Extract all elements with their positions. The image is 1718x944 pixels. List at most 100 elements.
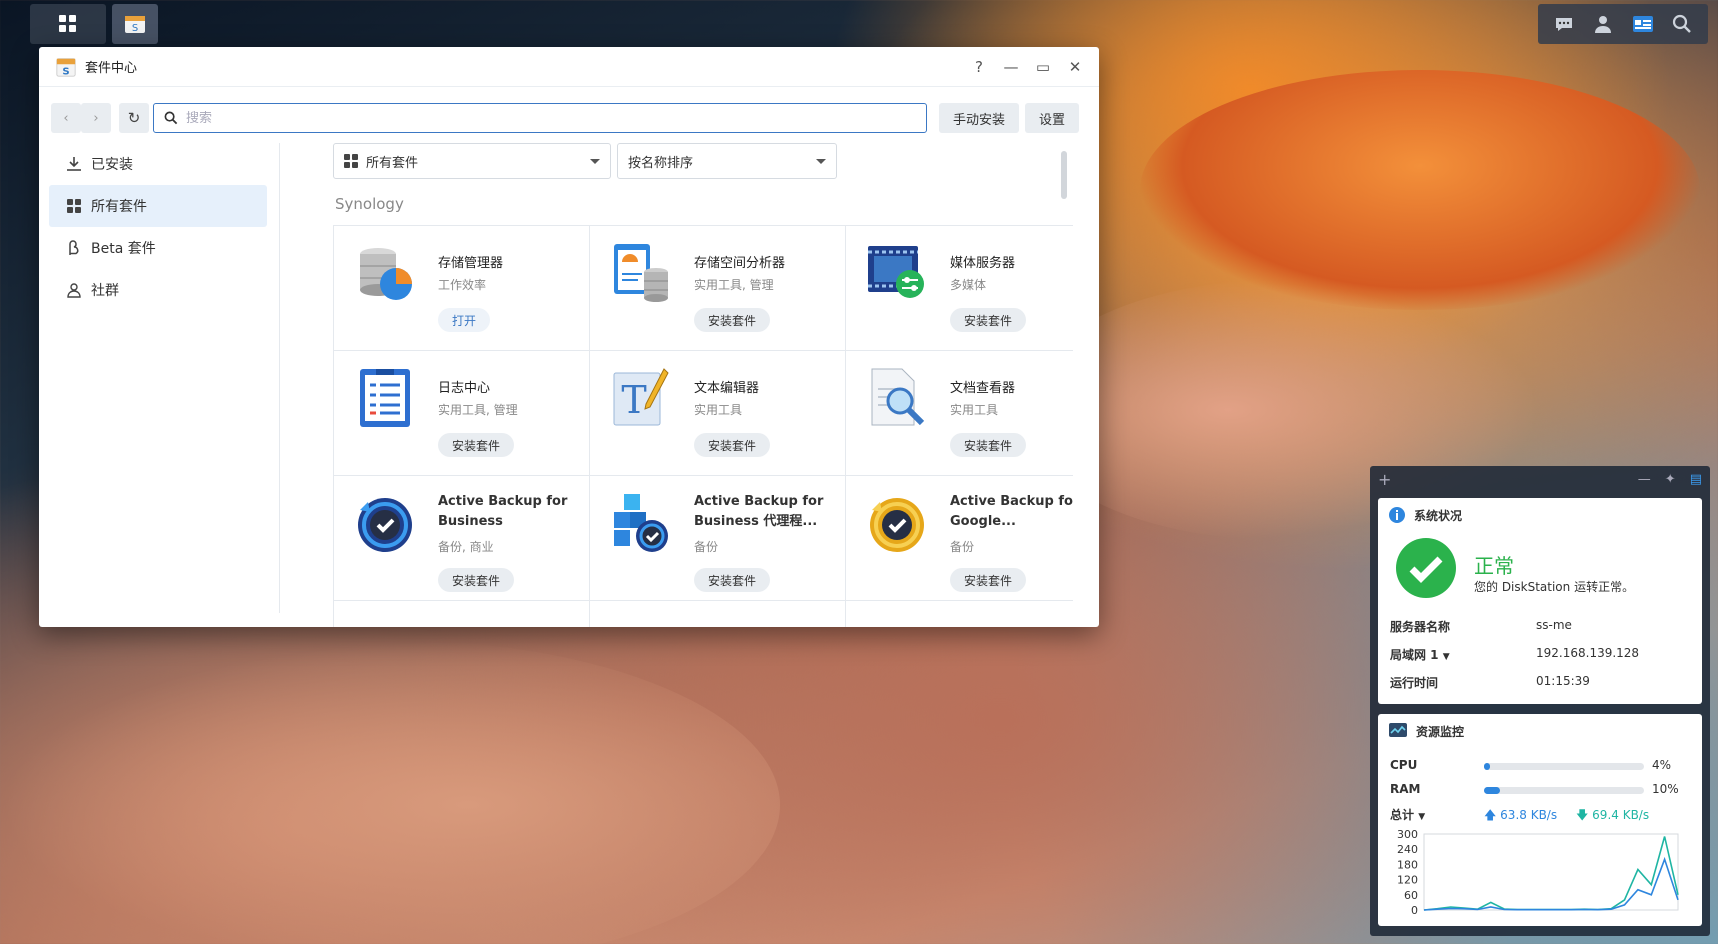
- help-button[interactable]: ?: [967, 55, 991, 79]
- open-button[interactable]: 打开: [438, 308, 491, 332]
- chevron-down-icon: [590, 159, 600, 164]
- storage-manager-icon: [360, 248, 412, 300]
- media-server-icon: [868, 246, 924, 298]
- package-category: 工作效率: [438, 278, 487, 292]
- sort-dropdown[interactable]: 按名称排序: [617, 143, 837, 179]
- package-card[interactable]: 存储空间分析器 实用工具, 管理 安装套件: [590, 226, 846, 351]
- refresh-button[interactable]: ↻: [119, 103, 149, 133]
- install-button[interactable]: 安装套件: [950, 433, 1027, 457]
- package-card[interactable]: 媒体服务器 多媒体 安装套件: [846, 226, 1073, 351]
- package-category: 实用工具, 管理: [694, 278, 774, 292]
- notification-icon[interactable]: [1551, 11, 1577, 37]
- widgets-icon[interactable]: [1630, 11, 1656, 37]
- server-name-label: 服务器名称: [1390, 620, 1451, 634]
- taskbar-package-center[interactable]: S: [112, 4, 158, 44]
- active-backup-google-icon: [870, 498, 924, 552]
- widget-title: 资源监控: [1416, 724, 1465, 739]
- add-widget-icon[interactable]: +: [1378, 470, 1391, 489]
- sidebar-item-label: 已安装: [91, 157, 133, 173]
- install-button[interactable]: 安装套件: [950, 568, 1027, 592]
- install-button[interactable]: 安装套件: [438, 433, 515, 457]
- user-icon[interactable]: [1590, 11, 1616, 37]
- wallpaper-shape: [0, 640, 780, 944]
- manual-install-button[interactable]: 手动安装: [939, 103, 1019, 133]
- category-dropdown[interactable]: 所有套件: [333, 143, 611, 179]
- install-button[interactable]: 安装套件: [694, 433, 771, 457]
- status-text: 正常: [1474, 554, 1514, 578]
- download-icon: [65, 155, 83, 173]
- caret-down-icon: ▼: [1442, 652, 1450, 662]
- wallpaper-shape: [1140, 70, 1700, 310]
- scrollbar[interactable]: [1061, 151, 1067, 199]
- total-dropdown[interactable]: 总计 ▼: [1390, 806, 1425, 823]
- package-name: Active Backup for Business 代理程...: [694, 494, 824, 529]
- layout-icon[interactable]: ▤: [1690, 472, 1702, 487]
- sort-value: 按名称排序: [628, 155, 694, 171]
- package-category: 实用工具, 管理: [438, 403, 518, 417]
- package-card[interactable]: 日志中心 实用工具, 管理 安装套件: [334, 351, 590, 476]
- sidebar-item-beta[interactable]: Beta 套件: [49, 227, 267, 269]
- package-card[interactable]: T 文本编辑器 实用工具 安装套件: [590, 351, 846, 476]
- chevron-right-icon: ›: [93, 110, 99, 126]
- install-button[interactable]: 安装套件: [950, 308, 1027, 332]
- uptime-value: 01:15:39: [1536, 674, 1590, 688]
- refresh-icon: ↻: [127, 109, 141, 127]
- package-grid: 存储管理器 工作效率 打开 存储空间分析器 实用工具, 管理 安装套件 媒体服务…: [333, 225, 1073, 627]
- package-name: Active Backup for Business: [438, 494, 568, 529]
- search-icon[interactable]: [1669, 11, 1695, 37]
- info-icon: [1389, 507, 1405, 523]
- category-value: 所有套件: [366, 155, 419, 171]
- back-button[interactable]: ‹: [51, 103, 81, 133]
- y-tick-label: 180: [1397, 858, 1418, 871]
- minimize-icon[interactable]: —: [1638, 472, 1651, 487]
- package-card: [334, 601, 590, 627]
- section-title: Synology: [335, 195, 404, 213]
- install-button[interactable]: 安装套件: [694, 308, 771, 332]
- package-card[interactable]: 文档查看器 实用工具 安装套件: [846, 351, 1073, 476]
- package-card[interactable]: Active Backup for Business 代理程... 备份 安装套…: [590, 476, 846, 601]
- lan-ip-value: 192.168.139.128: [1536, 646, 1640, 660]
- maximize-button[interactable]: ▭: [1031, 55, 1055, 79]
- forward-button[interactable]: ›: [81, 103, 111, 133]
- caret-down-icon: ▼: [1418, 812, 1426, 822]
- check-circle-icon: [1396, 538, 1456, 598]
- ram-label: RAM: [1390, 782, 1421, 796]
- package-category: 备份: [694, 540, 719, 554]
- package-category: 实用工具: [694, 403, 743, 417]
- install-button[interactable]: 安装套件: [694, 568, 771, 592]
- close-button[interactable]: ✕: [1063, 55, 1087, 79]
- sidebar-item-all-packages[interactable]: 所有套件: [49, 185, 267, 227]
- widget-title: 系统状况: [1414, 508, 1463, 523]
- main-menu-button[interactable]: [30, 4, 106, 44]
- package-card[interactable]: 存储管理器 工作效率 打开: [334, 226, 590, 351]
- lan-label[interactable]: 局域网 1 ▼: [1390, 646, 1450, 663]
- package-card[interactable]: Active Backup for Google... 备份 安装套件: [846, 476, 1073, 601]
- monitor-icon: [1389, 723, 1407, 737]
- package-center-icon: S: [56, 57, 76, 77]
- lan-label-text: 局域网 1: [1390, 648, 1439, 662]
- series-line: [1423, 856, 1679, 911]
- search-input[interactable]: [186, 110, 886, 126]
- active-backup-icon: [358, 498, 412, 552]
- package-name: 存储空间分析器: [694, 256, 786, 271]
- install-button[interactable]: 安装套件: [438, 568, 515, 592]
- grid-icon: [65, 197, 83, 215]
- widget-header: + — ✦ ▤: [1370, 466, 1710, 492]
- toolbar: ‹ › ↻ 手动安装 设置: [51, 103, 1087, 133]
- sidebar-divider: [279, 143, 280, 613]
- package-card[interactable]: Active Backup for Business 备份, 商业 安装套件: [334, 476, 590, 601]
- svg-text:T: T: [621, 378, 646, 422]
- settings-button[interactable]: 设置: [1025, 103, 1079, 133]
- search-box[interactable]: [153, 103, 927, 133]
- community-icon: [65, 281, 83, 299]
- grid-icon: [59, 15, 76, 32]
- sidebar-item-installed[interactable]: 已安装: [49, 143, 267, 185]
- upload-value: 63.8 KB/s: [1500, 808, 1558, 822]
- sidebar-item-community[interactable]: 社群: [49, 269, 267, 311]
- cpu-value: 4%: [1652, 758, 1672, 772]
- sidebar-item-label: Beta 套件: [91, 241, 156, 257]
- pin-icon[interactable]: ✦: [1665, 472, 1676, 487]
- minimize-button[interactable]: —: [999, 55, 1023, 79]
- arrow-up-icon: 🡅: [1484, 808, 1497, 822]
- sidebar-item-label: 所有套件: [91, 199, 147, 215]
